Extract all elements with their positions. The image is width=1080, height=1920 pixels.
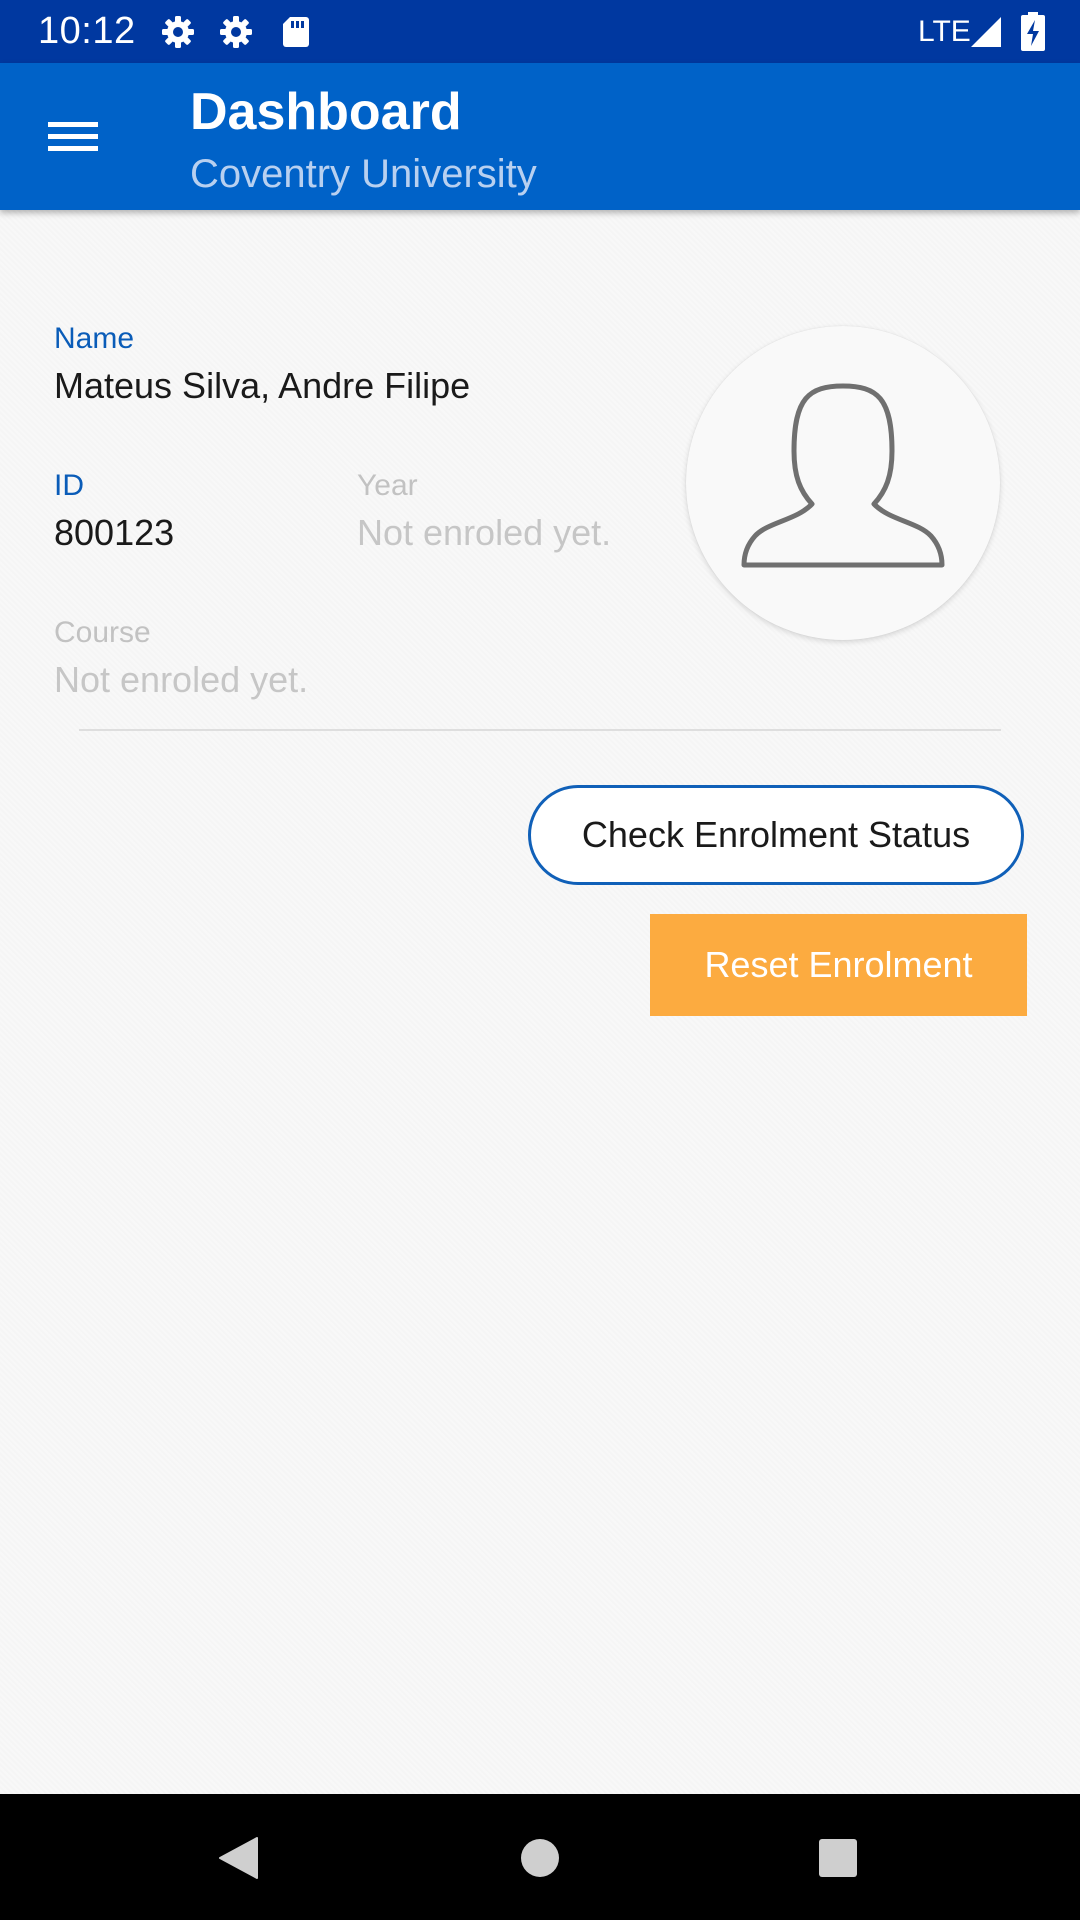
name-value: Mateus Silva, Andre Filipe bbox=[54, 365, 471, 406]
network-type-label: LTE bbox=[918, 15, 971, 48]
divider bbox=[79, 729, 1001, 731]
check-enrolment-status-button[interactable]: Check Enrolment Status bbox=[528, 785, 1024, 885]
hamburger-menu-icon[interactable] bbox=[30, 105, 116, 167]
home-icon[interactable] bbox=[500, 1818, 580, 1898]
cell-signal-icon bbox=[968, 14, 1004, 50]
battery-charging-icon bbox=[1018, 12, 1048, 52]
sd-card-icon bbox=[278, 14, 314, 50]
id-label: ID bbox=[54, 469, 84, 502]
back-icon[interactable] bbox=[200, 1818, 280, 1898]
reset-enrolment-button[interactable]: Reset Enrolment bbox=[650, 914, 1027, 1016]
page-subtitle: Coventry University bbox=[190, 152, 537, 196]
course-value: Not enroled yet. bbox=[54, 659, 309, 700]
name-label: Name bbox=[54, 322, 135, 355]
status-time: 10:12 bbox=[38, 10, 136, 52]
page-title: Dashboard bbox=[190, 83, 462, 141]
year-value: Not enroled yet. bbox=[357, 512, 612, 553]
status-bar: 10:12 LTE bbox=[0, 0, 1080, 63]
settings-icon bbox=[218, 14, 254, 50]
avatar bbox=[686, 326, 1000, 640]
id-value: 800123 bbox=[54, 512, 175, 553]
navigation-bar bbox=[0, 1794, 1080, 1920]
settings-icon bbox=[160, 14, 196, 50]
course-label: Course bbox=[54, 616, 151, 649]
year-label: Year bbox=[357, 469, 418, 502]
app-bar: Dashboard Coventry University bbox=[0, 63, 1080, 210]
dashboard-content: Name Mateus Silva, Andre Filipe ID 80012… bbox=[0, 210, 1080, 1794]
user-silhouette-icon bbox=[741, 383, 945, 568]
recents-icon[interactable] bbox=[798, 1818, 878, 1898]
